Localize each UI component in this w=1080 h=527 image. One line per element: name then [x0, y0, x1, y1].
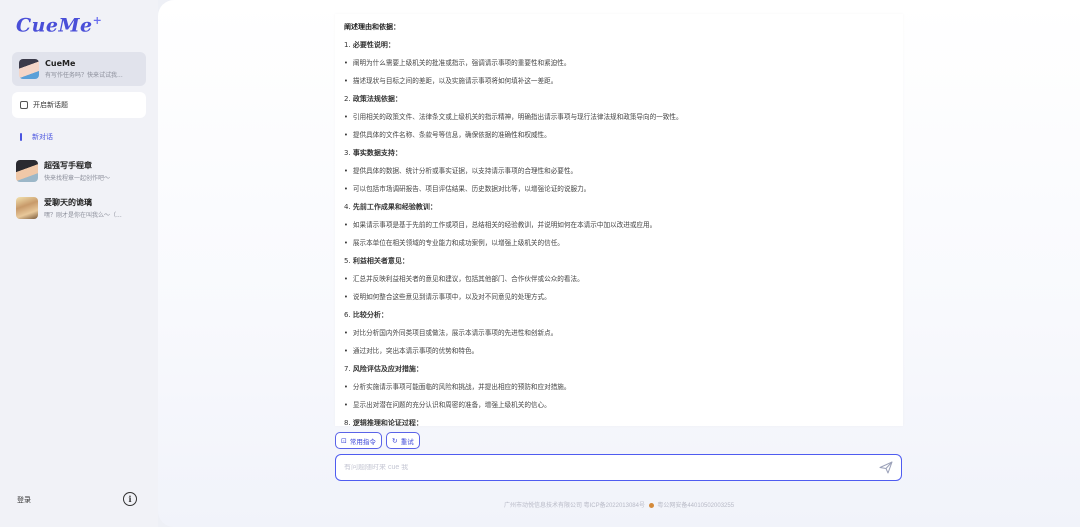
retry-button[interactable]: ↻ 重试	[385, 432, 420, 449]
content-heading: 阐述理由和依据：	[344, 23, 400, 31]
section-heading: 1. 必要性说明：	[344, 41, 395, 49]
bullet-item: 阐明为什么需要上级机关的批准或指示，强调请示事项的重要性和紧迫性。	[344, 54, 894, 72]
history-name: 超强写手程章	[44, 161, 92, 170]
bullet-item: 通过对比，突出本请示事项的优势和特色。	[344, 342, 894, 360]
common-commands-button[interactable]: ⊡ 常用指令	[335, 432, 382, 449]
icp-text[interactable]: 广州市动悦信息技术有限公司 粤ICP备2022013084号	[504, 503, 645, 509]
retry-icon: ↻	[391, 436, 398, 445]
section-heading: 5. 利益相关者意见：	[344, 257, 409, 265]
cueme-logo[interactable]: CueMe+	[16, 14, 102, 36]
bullet-item: 可以包括市场调研报告、项目评估结果、历史数据对比等，以增强论证的说服力。	[344, 180, 894, 198]
login-link[interactable]: 登录	[17, 495, 31, 505]
bullet-item: 显示出对潜在问题的充分认识和周密的准备，增强上级机关的信心。	[344, 396, 894, 414]
section-heading: 8. 逻辑推理和论证过程：	[344, 419, 423, 426]
history-name: 爱聊天的诡璃	[44, 198, 92, 207]
new-chat-label: 新对话	[32, 133, 53, 141]
history-avatar	[16, 160, 38, 182]
history-item[interactable]: 超强写手程章 快来找程章一起创作吧～	[16, 158, 150, 184]
section-heading: 7. 风险评估及应对措施：	[344, 365, 423, 373]
section-heading: 2. 政策法规依据：	[344, 95, 402, 103]
police-badge-icon	[648, 503, 654, 508]
send-icon[interactable]	[879, 461, 893, 474]
chat-toolbar: ⊡ 常用指令 ↻ 重试	[335, 432, 420, 449]
bullet-item: 提供具体的文件名称、条款号等信息，确保依据的准确性和权威性。	[344, 126, 894, 144]
section-heading: 3. 事实数据支持：	[344, 149, 402, 157]
active-bot-card[interactable]: CueMe 有写作任务吗？快来试试我...	[12, 52, 146, 86]
bullet-item: 对比分析国内外同类项目或做法，展示本请示事项的先进性和创新点。	[344, 324, 894, 342]
history-item[interactable]: 爱聊天的诡璃 嘿？刚才是你在叫我么～（...	[16, 195, 150, 221]
bullet-item: 说明如何整合这些意见到请示事项中，以及对不同意见的处理方式。	[344, 288, 894, 306]
bot-avatar	[19, 59, 39, 79]
active-indicator	[20, 133, 22, 141]
sidebar: CueMe+ CueMe 有写作任务吗？快来试试我... 开启新话题 新对话 超…	[0, 0, 158, 527]
police-record-text[interactable]: 粤公网安备44010502003255	[657, 503, 734, 509]
bullet-item: 引用相关的政策文件、法律条文或上级机关的指示精神，明确指出请示事项与现行法律法规…	[344, 108, 894, 126]
info-icon[interactable]: i	[123, 492, 137, 506]
history-subtitle: 快来找程章一起创作吧～	[44, 175, 111, 182]
bullet-item: 展示本单位在相关领域的专业能力和成功案例，以增强上级机关的信任。	[344, 234, 894, 252]
message-input[interactable]	[344, 464, 844, 471]
message-input-box[interactable]	[335, 454, 902, 481]
new-topic-button[interactable]: 开启新话题	[12, 92, 146, 118]
section-heading: 6. 比较分析：	[344, 311, 388, 319]
new-chat-item[interactable]: 新对话	[20, 132, 53, 142]
retry-label: 重试	[400, 437, 414, 446]
bot-subtitle: 有写作任务吗？快来试试我...	[45, 72, 123, 79]
history-subtitle: 嘿？刚才是你在叫我么～（...	[44, 212, 122, 219]
common-commands-label: 常用指令	[349, 437, 376, 446]
bullet-item: 汇总并反映利益相关者的意见和建议，包括其他部门、合作伙伴或公众的看法。	[344, 270, 894, 288]
bullet-item: 如果请示事项是基于先前的工作或项目，总结相关的经验教训，并说明如何在本请示中加以…	[344, 216, 894, 234]
chat-message: 阐述理由和依据： 1. 必要性说明： 阐明为什么需要上级机关的批准或指示，强调请示事…	[335, 14, 903, 426]
bullet-item: 分析实施请示事项可能面临的风险和挑战，并提出相应的预防和应对措施。	[344, 378, 894, 396]
bot-name: CueMe	[45, 59, 76, 68]
footer: 广州市动悦信息技术有限公司 粤ICP备2022013084号 粤公网安备4401…	[158, 500, 1080, 509]
bullet-item: 描述现状与目标之间的差距，以及实施请示事项将如何填补这一差距。	[344, 72, 894, 90]
new-topic-label: 开启新话题	[33, 101, 68, 109]
history-avatar	[16, 197, 38, 219]
commands-icon: ⊡	[341, 436, 347, 445]
section-heading: 4. 先前工作成果和经验教训：	[344, 203, 437, 211]
bullet-item: 提供具体的数据、统计分析或事实证据，以支持请示事项的合理性和必要性。	[344, 162, 894, 180]
new-topic-icon	[20, 101, 28, 109]
